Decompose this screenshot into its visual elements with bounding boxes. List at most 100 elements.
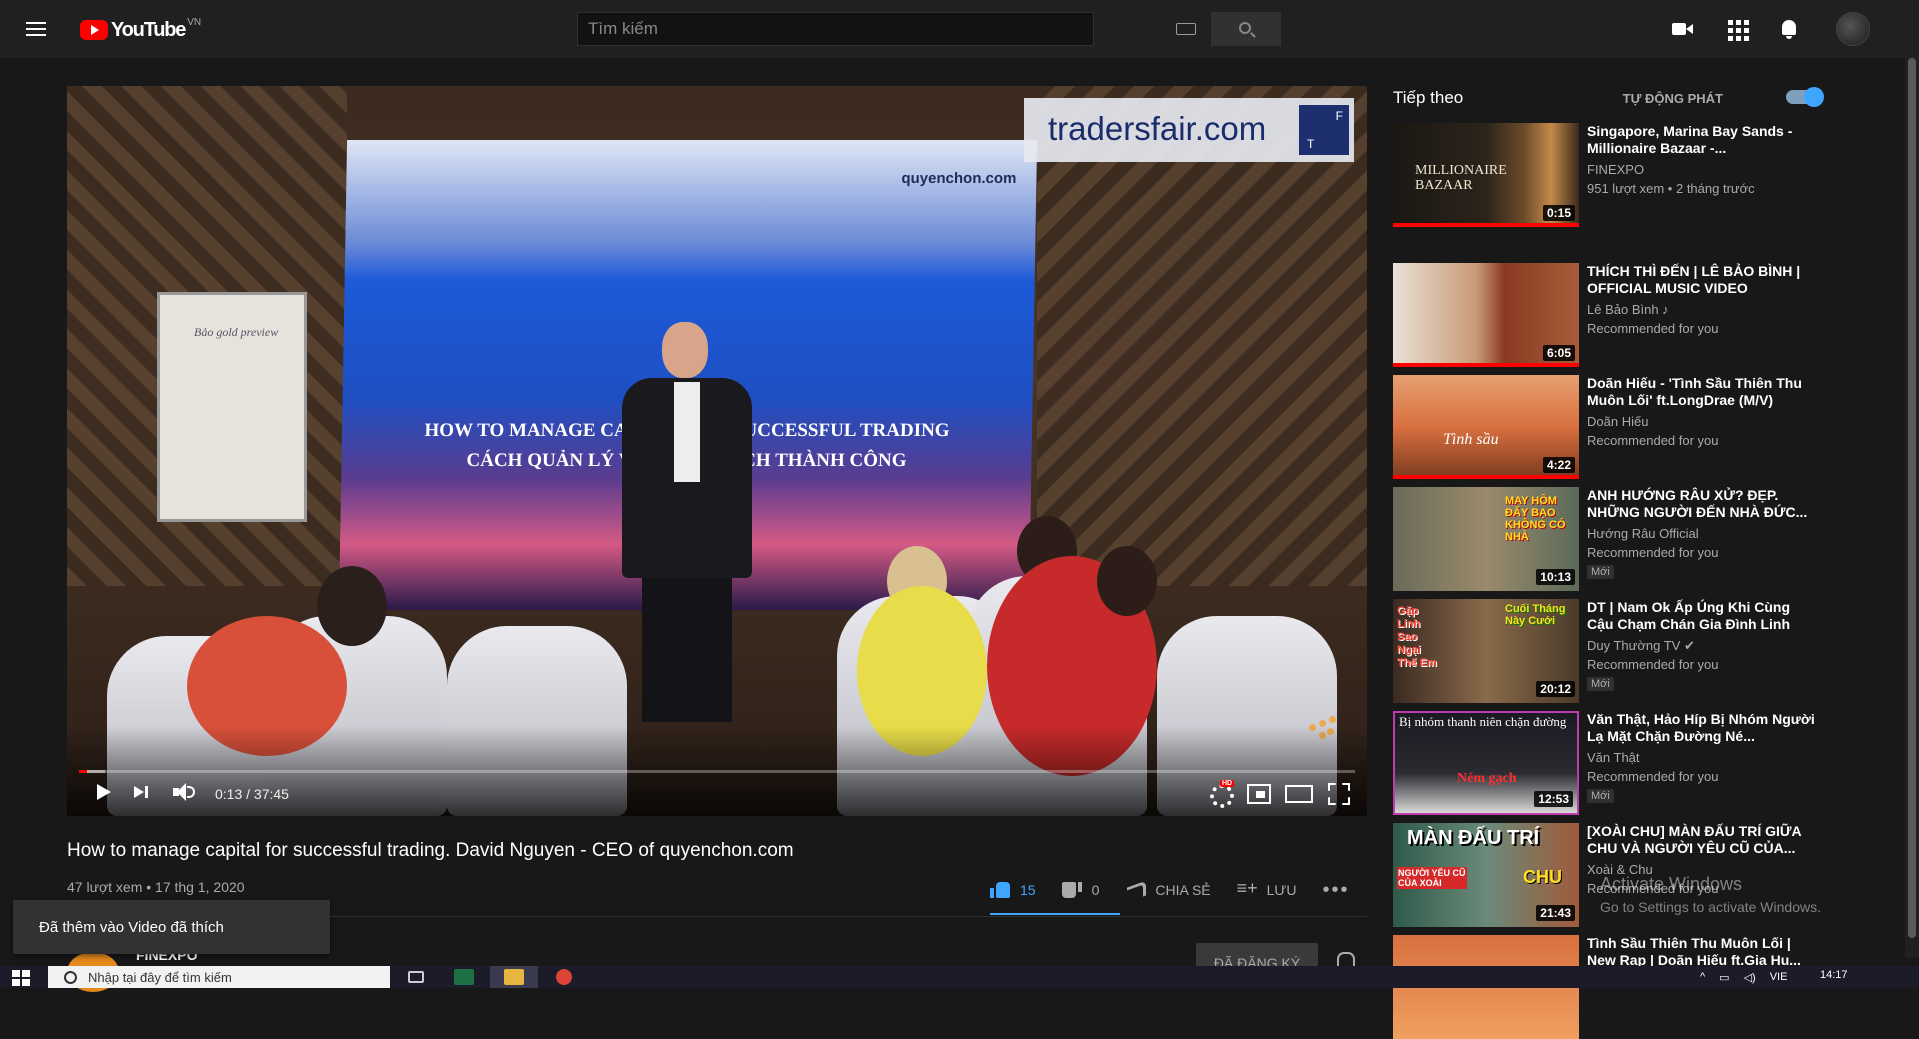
recommendation-channel[interactable]: Hướng Râu Official — [1587, 526, 1699, 541]
recommendation-title[interactable]: Doãn Hiếu - 'Tình Sầu Thiên Thu Muôn Lối… — [1587, 375, 1817, 409]
next-video-icon[interactable] — [123, 774, 159, 810]
duration-badge: 12:53 — [1534, 791, 1573, 807]
taskbar-clock[interactable]: 14:17 — [1820, 969, 1848, 981]
video-thumbnail[interactable]: Gặp Linh Sao Ngại Thế Em Cuối Tháng Này … — [1393, 599, 1579, 703]
recommendation-item[interactable]: 6:05 THÍCH THÌ ĐẾN | LÊ BẢO BÌNH | OFFIC… — [1393, 263, 1833, 367]
video-frame: quyenchon.com HOW TO MANAGE CAPITAL FOR … — [67, 86, 1367, 816]
create-video-icon[interactable] — [1671, 17, 1695, 41]
like-count: 15 — [1020, 882, 1036, 898]
share-button[interactable]: CHIA SẺ — [1125, 880, 1210, 900]
video-meta: 47 lượt xem • 17 thg 1, 2020 — [67, 879, 245, 895]
search-input[interactable] — [588, 13, 1028, 45]
video-thumbnail[interactable]: Bị nhóm thanh niên chặn đường Ném gạch 1… — [1393, 711, 1579, 815]
miniplayer-icon[interactable] — [1239, 774, 1275, 810]
recommendation-channel[interactable]: Doãn Hiếu — [1587, 414, 1648, 429]
duration-badge: 10:13 — [1536, 569, 1575, 585]
windows-start-icon[interactable] — [12, 970, 30, 986]
recommendation-channel[interactable]: Duy Thường TV ✔ — [1587, 638, 1695, 654]
recommendation-channel[interactable]: Văn Thật — [1587, 750, 1640, 765]
task-view-icon[interactable] — [392, 966, 440, 988]
like-button[interactable]: 15 — [990, 880, 1036, 900]
file-explorer-taskbar-icon[interactable] — [490, 966, 538, 988]
taskbar-search-box[interactable]: Nhập tại đây để tìm kiếm — [48, 966, 390, 988]
windows-taskbar: Nhập tại đây để tìm kiếm ^ ▭ ◁) VIE 14:1… — [0, 966, 1919, 988]
video-thumbnail[interactable]: MÀN ĐẤU TRÍ CHU NGƯỜI YÊU CŨ CỦA XOÀI 21… — [1393, 823, 1579, 927]
volume-icon[interactable] — [164, 774, 200, 810]
keyboard-icon[interactable] — [1176, 23, 1196, 35]
youtube-logo[interactable]: YouTube VN — [80, 16, 202, 42]
save-label: LƯU — [1266, 882, 1297, 898]
recommendation-item[interactable]: Gặp Linh Sao Ngại Thế Em Cuối Tháng Này … — [1393, 599, 1833, 703]
recommendation-title[interactable]: [XOÀI CHU] MÀN ĐẤU TRÍ GIỮA CHU VÀ NGƯỜI… — [1587, 823, 1817, 857]
video-player[interactable]: quyenchon.com HOW TO MANAGE CAPITAL FOR … — [67, 86, 1367, 816]
duration-badge: 21:43 — [1536, 905, 1575, 921]
banner-text: tradersfair.com — [1048, 110, 1267, 147]
watched-progress — [1393, 223, 1579, 227]
play-icon[interactable] — [84, 774, 120, 810]
autoplay-toggle[interactable] — [1786, 87, 1824, 107]
recommendation-channel[interactable]: FINEXPO — [1587, 162, 1644, 177]
recommendation-channel[interactable]: Lê Bảo Bình ♪ — [1587, 302, 1669, 317]
autoplay-label: TỰ ĐỘNG PHÁT — [1622, 91, 1723, 106]
apps-grid-icon[interactable] — [1725, 17, 1749, 41]
theater-mode-icon[interactable] — [1279, 774, 1315, 810]
search-button[interactable] — [1211, 12, 1281, 46]
new-badge: Mới — [1587, 677, 1614, 691]
dislike-button[interactable]: 0 — [1061, 880, 1100, 900]
masthead: YouTube VN — [0, 0, 1919, 58]
dislike-count: 0 — [1091, 882, 1100, 898]
progress-bar[interactable] — [79, 770, 1355, 773]
search-box — [577, 12, 1196, 46]
progress-fill — [79, 770, 87, 773]
menu-icon[interactable] — [24, 17, 48, 41]
upload-date: 17 thg 1, 2020 — [155, 879, 245, 895]
country-code: VN — [187, 16, 202, 28]
watched-progress — [1393, 475, 1579, 479]
fullscreen-icon[interactable] — [1319, 774, 1355, 810]
page-scrollbar[interactable] — [1905, 58, 1919, 958]
video-thumbnail[interactable]: MAY HÔM ĐẤY BẠO KHÔNG CÓ NHÀ 10:13 — [1393, 487, 1579, 591]
more-actions-icon[interactable]: ••• — [1322, 879, 1349, 902]
tradersfair-banner: tradersfair.com F T — [1024, 98, 1354, 162]
recommendation-title[interactable]: Văn Thật, Hảo Híp Bị Nhóm Người Lạ Mặt C… — [1587, 711, 1817, 745]
video-thumbnail[interactable]: 6:05 — [1393, 263, 1579, 367]
video-thumbnail[interactable]: Tình sầu 4:22 — [1393, 375, 1579, 479]
recommendation-title[interactable]: ANH HƯỚNG RÂU XỬ? ĐẸP. NHỮNG NGƯỜI ĐẾN N… — [1587, 487, 1817, 521]
video-actions: 15 0 CHIA SẺ LƯU ••• — [990, 872, 1350, 908]
network-icon[interactable]: ▭ — [1719, 971, 1729, 984]
recommendation-meta: Recommended for you — [1587, 433, 1719, 448]
recommendation-item[interactable]: MILLIONAIRE BAZAAR 0:15 Singapore, Marin… — [1393, 123, 1833, 227]
share-label: CHIA SẺ — [1155, 882, 1211, 898]
settings-gear-icon[interactable]: HD — [1200, 774, 1236, 810]
recommendation-meta: Recommended for you — [1587, 545, 1719, 560]
thumbs-down-icon — [1061, 880, 1082, 900]
account-avatar[interactable] — [1836, 12, 1870, 46]
recommendation-item[interactable]: Tình sầu 4:22 Doãn Hiếu - 'Tình Sầu Thiê… — [1393, 375, 1833, 479]
tray-chevron-icon[interactable]: ^ — [1700, 971, 1705, 983]
recommendation-meta: Recommended for you — [1587, 657, 1719, 672]
toast-notification: Đã thêm vào Video đã thích — [13, 900, 330, 954]
speaker-icon[interactable]: ◁) — [1744, 971, 1756, 984]
logo-text: YouTube — [111, 18, 186, 41]
up-next-label: Tiếp theo — [1393, 88, 1464, 107]
save-button[interactable]: LƯU — [1237, 878, 1297, 900]
screen-logo: quyenchon.com — [901, 170, 1017, 187]
notifications-bell-icon[interactable] — [1777, 17, 1801, 41]
language-indicator[interactable]: VIE — [1770, 971, 1788, 983]
recommendation-item[interactable]: Bị nhóm thanh niên chặn đường Ném gạch 1… — [1393, 711, 1833, 815]
chrome-taskbar-icon[interactable] — [540, 966, 588, 988]
recommendation-title[interactable]: THÍCH THÌ ĐẾN | LÊ BẢO BÌNH | OFFICIAL M… — [1587, 263, 1817, 297]
recommendation-title[interactable]: Singapore, Marina Bay Sands - Millionair… — [1587, 123, 1817, 157]
video-thumbnail[interactable]: MILLIONAIRE BAZAAR 0:15 — [1393, 123, 1579, 227]
recommendation-item[interactable]: MAY HÔM ĐẤY BẠO KHÔNG CÓ NHÀ 10:13 ANH H… — [1393, 487, 1833, 591]
thumbs-up-icon — [990, 880, 1010, 900]
watched-progress — [1393, 363, 1579, 367]
recommendation-title[interactable]: DT | Nam Ok Ấp Úng Khi Cùng Cậu Chạm Chá… — [1587, 599, 1817, 633]
excel-taskbar-icon[interactable] — [440, 966, 488, 988]
duration-badge: 20:12 — [1536, 681, 1575, 697]
tradersfair-logo: F T — [1299, 105, 1349, 155]
duration-badge: 0:15 — [1542, 205, 1575, 221]
scrollbar-thumb[interactable] — [1908, 58, 1916, 938]
recommendation-title[interactable]: Tình Sầu Thiên Thu Muôn Lối | New Rap | … — [1587, 935, 1817, 969]
search-icon — [1239, 22, 1251, 34]
